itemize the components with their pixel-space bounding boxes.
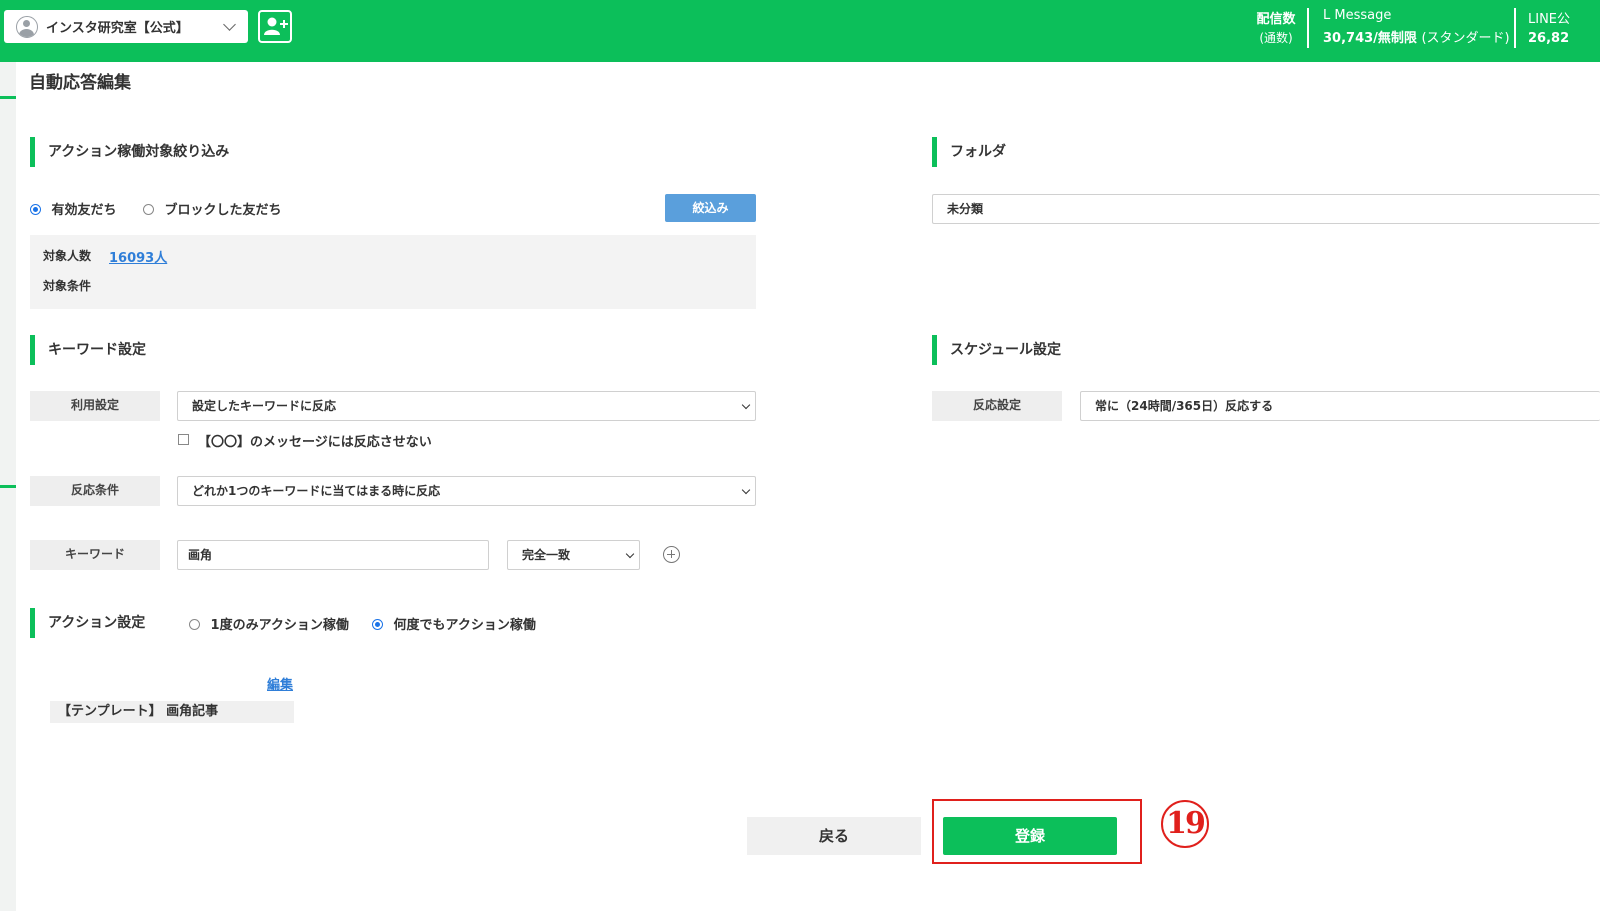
radio-blocked-friends[interactable]: ブロックした友だち [143, 199, 282, 218]
filter-button[interactable]: 絞込み [665, 194, 756, 222]
account-name: インスタ研究室【公式】 [46, 21, 189, 36]
stat-value: 26,82 [1528, 31, 1570, 46]
lmessage-stat: L Message 30,743/無制限 (スタンダード) [1323, 8, 1510, 46]
action-template-chip: 【テンプレート】 画角記事 [50, 701, 294, 723]
chevron-down-icon [741, 485, 751, 495]
stat-label: L Message [1323, 8, 1392, 23]
radio-button[interactable] [143, 204, 154, 215]
back-button[interactable]: 戻る [747, 817, 921, 855]
chevron-down-icon [625, 549, 635, 559]
radio-button-selected[interactable] [30, 204, 41, 215]
annotation-step-number: 19 [1161, 800, 1209, 848]
line-official-stat: LINE公 26,82 [1528, 8, 1600, 46]
stat-label: 配信数 [1256, 12, 1296, 27]
add-user-button[interactable] [258, 10, 292, 43]
stat-divider [1307, 8, 1309, 48]
ignore-bracket-checkbox[interactable] [178, 434, 189, 445]
usage-value: 設定したキーワードに反応 [192, 399, 337, 413]
radio-action-repeat[interactable]: 何度でもアクション稼働 [372, 614, 536, 633]
radio-label: ブロックした友だち [164, 203, 282, 218]
target-count-link[interactable]: 16093人 [109, 247, 167, 266]
add-keyword-plus-icon[interactable] [663, 546, 680, 563]
condition-select[interactable]: どれか1つのキーワードに当てはまる時に反応 [177, 476, 756, 506]
folder-select[interactable]: 未分類 [932, 194, 1600, 224]
radio-label: 1度のみアクション稼働 [210, 618, 349, 633]
radio-action-once[interactable]: 1度のみアクション稼働 [189, 614, 349, 633]
section-title-keyword: キーワード設定 [30, 335, 146, 365]
stat-sub: (通数) [1259, 31, 1293, 45]
chevron-down-icon [741, 400, 751, 410]
target-condition-label: 対象条件 [43, 279, 92, 293]
keyword-input[interactable]: 画角 [177, 540, 489, 570]
ignore-bracket-label: 【〇〇】のメッセージには反応させない [198, 435, 432, 450]
page-title: 自動応答編集 [29, 73, 131, 93]
condition-label: 反応条件 [30, 476, 160, 506]
chevron-down-icon [223, 17, 236, 31]
edit-action-link[interactable]: 編集 [267, 674, 293, 693]
section-title-folder: フォルダ [932, 137, 1006, 167]
target-count-label: 対象人数 [43, 249, 92, 263]
left-sidebar-strip [0, 62, 16, 911]
section-title-schedule: スケジュール設定 [932, 335, 1061, 365]
usage-label: 利用設定 [30, 391, 160, 421]
stat-divider [1514, 8, 1516, 48]
account-selector[interactable]: インスタ研究室【公式】 [4, 10, 248, 43]
radio-button[interactable] [189, 619, 200, 630]
keyword-label: キーワード [30, 540, 160, 570]
sidebar-marker [0, 96, 16, 99]
section-title-filter: アクション稼働対象絞り込み [30, 137, 229, 167]
usage-select[interactable]: 設定したキーワードに反応 [177, 391, 756, 421]
annotation-highlight-box [932, 799, 1142, 864]
reaction-label: 反応設定 [932, 391, 1062, 421]
radio-label: 何度でもアクション稼働 [393, 618, 536, 633]
section-title-action: アクション設定 [30, 608, 145, 638]
sidebar-marker [0, 485, 16, 488]
add-user-icon [264, 17, 288, 35]
match-type-select[interactable]: 完全一致 [507, 540, 640, 570]
top-bar: インスタ研究室【公式】 配信数 (通数) L Message 30,743/無制… [0, 0, 1600, 62]
target-summary-box: 対象人数 16093人 対象条件 [30, 235, 756, 309]
delivery-count-stat: 配信数 (通数) [1254, 8, 1298, 46]
reaction-select[interactable]: 常に（24時間/365日）反応する [1080, 391, 1600, 421]
radio-label: 有効友だち [51, 203, 117, 218]
user-avatar-icon [16, 15, 38, 38]
radio-button-selected[interactable] [372, 619, 383, 630]
match-type-value: 完全一致 [522, 548, 571, 562]
radio-active-friends[interactable]: 有効友だち [30, 199, 117, 218]
stat-value: 30,743/無制限 [1323, 31, 1417, 46]
stat-plan: (スタンダード) [1421, 31, 1510, 46]
stat-label: LINE公 [1528, 12, 1571, 27]
condition-value: どれか1つのキーワードに当てはまる時に反応 [192, 484, 441, 498]
